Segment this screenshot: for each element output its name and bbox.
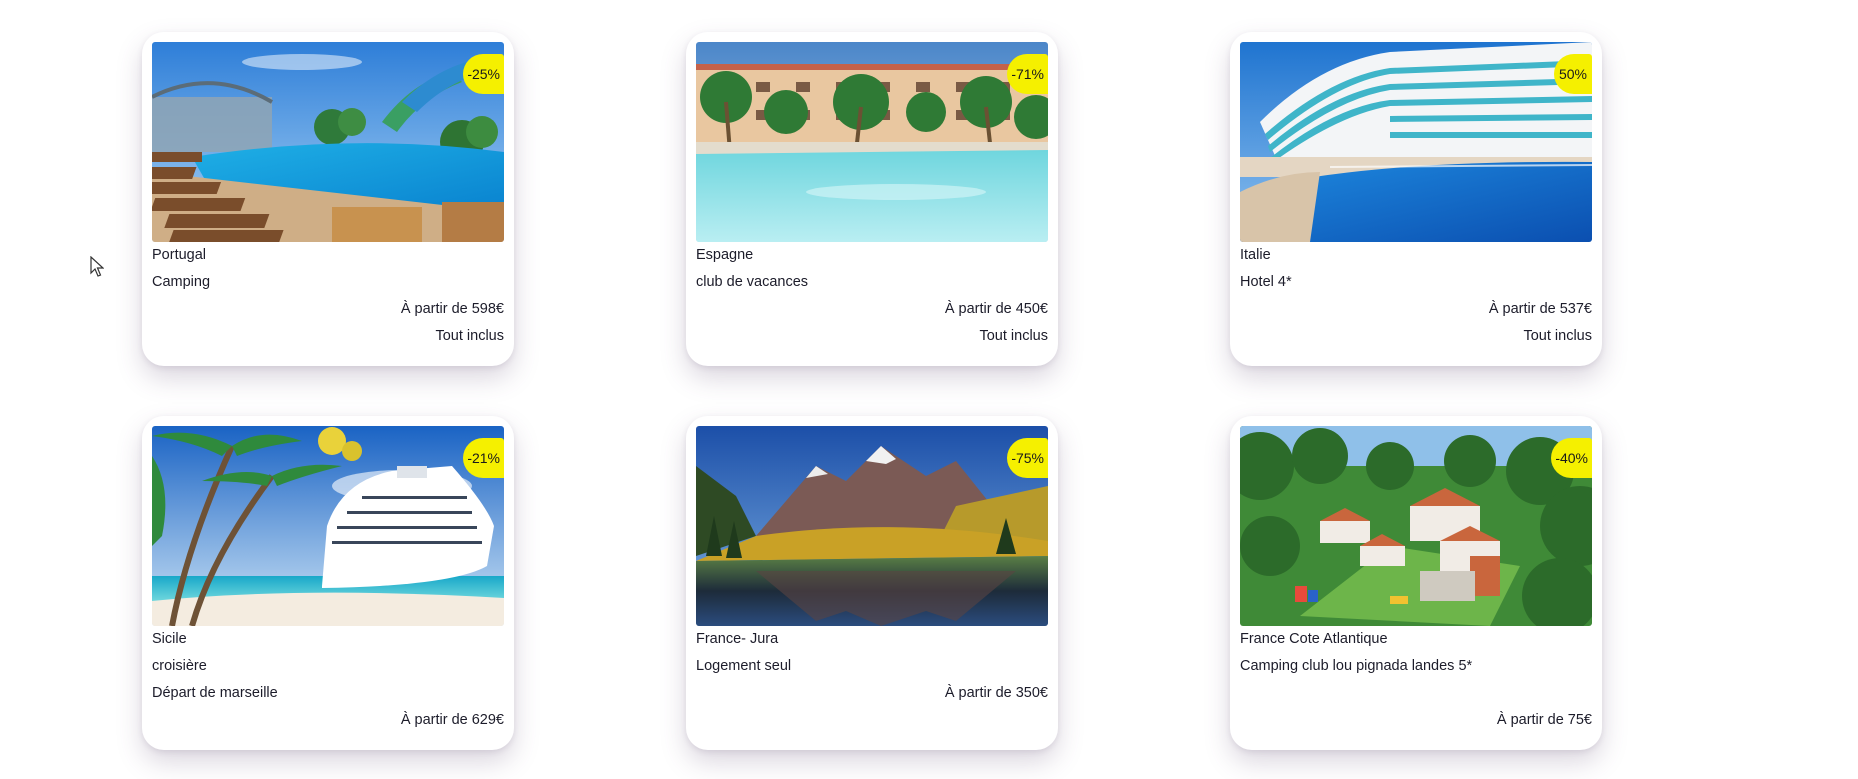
discount-badge: -75%	[1007, 438, 1048, 478]
card-extra	[1240, 680, 1592, 707]
card-type: Camping	[152, 274, 211, 290]
card-type: Camping club lou pignada landes 5*	[1240, 658, 1473, 674]
discount-badge: -71%	[1007, 54, 1048, 94]
discount-badge: 50%	[1554, 54, 1592, 94]
card-type: croisière	[152, 658, 207, 674]
card-extra: Départ de marseille	[152, 685, 278, 701]
pool-resort-photo: -25%	[152, 42, 504, 242]
card-price: À partir de 350€	[944, 685, 1048, 701]
palm-pool-photo: -71%	[696, 42, 1048, 242]
card-price: À partir de 75€	[1496, 712, 1592, 728]
card-price: À partir de 537€	[1488, 301, 1592, 317]
card-type: Logement seul	[696, 658, 792, 674]
card-country: France- Jura	[696, 631, 779, 647]
card-type: club de vacances	[696, 274, 809, 290]
cruise-ship-photo: -21%	[152, 426, 504, 626]
card-price: À partir de 450€	[944, 301, 1048, 317]
discount-badge: -21%	[463, 438, 504, 478]
mouse-cursor-icon	[90, 256, 104, 277]
offer-card-espagne[interactable]: -71% Espagne club de vacances À partir d…	[686, 32, 1058, 366]
card-inclusion: Tout inclus	[435, 328, 504, 344]
discount-badge: -25%	[463, 54, 504, 94]
offer-card-portugal[interactable]: -25% Portugal Camping À partir de 598€ T…	[142, 32, 514, 366]
offer-card-france-jura[interactable]: -75% France- Jura Logement seul À partir…	[686, 416, 1058, 750]
campsite-aerial-photo: -40%	[1240, 426, 1592, 626]
card-inclusion: Tout inclus	[979, 328, 1048, 344]
card-country: Sicile	[152, 631, 187, 647]
discount-badge: -40%	[1551, 438, 1592, 478]
card-country: Italie	[1240, 247, 1271, 263]
offers-grid: -25% Portugal Camping À partir de 598€ T…	[142, 32, 1602, 750]
card-price: À partir de 629€	[400, 712, 504, 728]
card-price: À partir de 598€	[400, 301, 504, 317]
card-inclusion: Tout inclus	[1523, 328, 1592, 344]
card-country: France Cote Atlantique	[1240, 631, 1388, 647]
hotel-pool-photo: 50%	[1240, 42, 1592, 242]
mountain-lake-photo: -75%	[696, 426, 1048, 626]
offer-card-sicile[interactable]: -21% Sicile croisière Départ de marseill…	[142, 416, 514, 750]
card-type: Hotel 4*	[1240, 274, 1292, 290]
offer-card-italie[interactable]: 50% Italie Hotel 4* À partir de 537€ Tou…	[1230, 32, 1602, 366]
card-country: Espagne	[696, 247, 754, 263]
card-country: Portugal	[152, 247, 207, 263]
offer-card-france-cote-atlantique[interactable]: -40% France Cote Atlantique Camping club…	[1230, 416, 1602, 750]
